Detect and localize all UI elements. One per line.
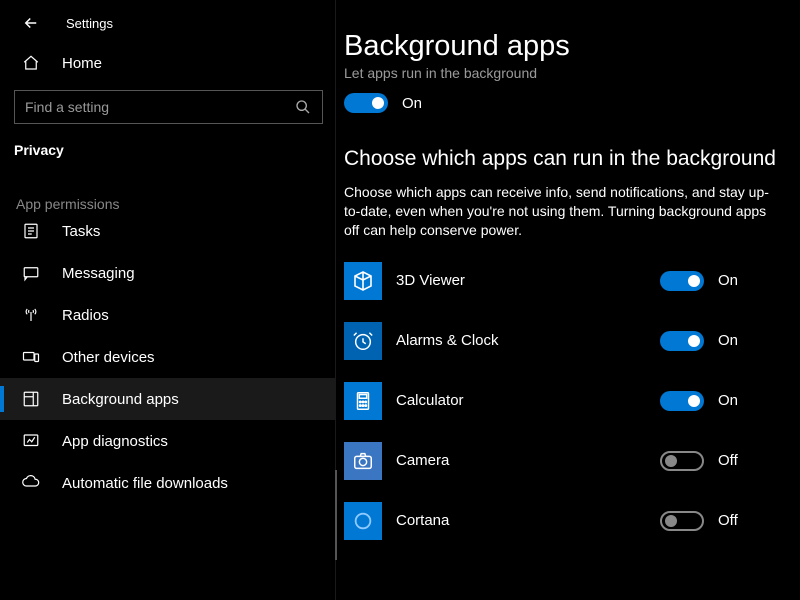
master-toggle-row: On <box>344 93 780 113</box>
camera-icon <box>344 442 382 480</box>
toggle-cortana[interactable] <box>660 511 704 531</box>
subheading-desc: Choose which apps can receive info, send… <box>344 183 780 240</box>
sidebar-item-automatic-file-downloads[interactable]: Automatic file downloads <box>0 462 335 504</box>
main-content: Background apps Let apps run in the back… <box>335 0 800 600</box>
3d-viewer-icon <box>344 262 382 300</box>
nav-label: Radios <box>62 307 109 324</box>
toggle-state: On <box>718 272 738 289</box>
app-row-calculator: Calculator On <box>344 382 780 420</box>
toggle-state: Off <box>718 512 738 529</box>
scrollbar-indicator[interactable] <box>335 470 337 560</box>
subheading: Choose which apps can run in the backgro… <box>344 147 780 171</box>
sidebar-item-other-devices[interactable]: Other devices <box>0 336 335 378</box>
app-name: Cortana <box>396 512 660 529</box>
sidebar-item-app-diagnostics[interactable]: App diagnostics <box>0 420 335 462</box>
nav-label: Messaging <box>62 265 135 282</box>
category-label: Privacy <box>0 124 335 166</box>
app-row-alarms-clock: Alarms & Clock On <box>344 322 780 360</box>
radios-icon <box>22 306 40 324</box>
sidebar: Settings Home Privacy App permissions Ta… <box>0 0 335 600</box>
toggle-calculator[interactable] <box>660 391 704 411</box>
background-apps-icon <box>22 390 40 408</box>
app-row-camera: Camera Off <box>344 442 780 480</box>
other-devices-icon <box>22 348 40 366</box>
calculator-icon <box>344 382 382 420</box>
window-title: Settings <box>66 16 113 31</box>
cortana-icon <box>344 502 382 540</box>
search-icon <box>294 98 312 116</box>
toggle-camera[interactable] <box>660 451 704 471</box>
app-row-3d-viewer: 3D Viewer On <box>344 262 780 300</box>
nav-label: Automatic file downloads <box>62 475 228 492</box>
page-title: Background apps <box>344 30 780 63</box>
master-toggle-state: On <box>402 95 422 112</box>
app-name: Camera <box>396 452 660 469</box>
titlebar: Settings <box>0 0 335 44</box>
app-list: 3D Viewer On Alarms & Clock On Calculato… <box>344 262 780 540</box>
master-toggle[interactable] <box>344 93 388 113</box>
alarms-clock-icon <box>344 322 382 360</box>
nav-label: App diagnostics <box>62 433 168 450</box>
search-input[interactable] <box>25 99 294 115</box>
home-icon <box>22 54 40 72</box>
toggle-3d-viewer[interactable] <box>660 271 704 291</box>
sidebar-item-background-apps[interactable]: Background apps <box>0 378 335 420</box>
app-name: 3D Viewer <box>396 272 660 289</box>
master-toggle-caption: Let apps run in the background <box>344 65 780 81</box>
home-nav[interactable]: Home <box>0 44 335 82</box>
app-name: Calculator <box>396 392 660 409</box>
nav-label: Background apps <box>62 391 179 408</box>
sidebar-item-tasks[interactable]: Tasks <box>0 218 335 252</box>
nav-label: Other devices <box>62 349 155 366</box>
back-arrow-icon[interactable] <box>22 14 40 32</box>
nav-label: Tasks <box>62 223 100 240</box>
app-diagnostics-icon <box>22 432 40 450</box>
sidebar-item-messaging[interactable]: Messaging <box>0 252 335 294</box>
nav-list: Tasks Messaging Radios Other devices Bac… <box>0 218 335 600</box>
sidebar-item-radios[interactable]: Radios <box>0 294 335 336</box>
toggle-state: On <box>718 332 738 349</box>
section-label: App permissions <box>0 166 335 218</box>
search-box[interactable] <box>14 90 323 124</box>
toggle-alarms-clock[interactable] <box>660 331 704 351</box>
app-name: Alarms & Clock <box>396 332 660 349</box>
search-container <box>0 90 335 124</box>
tasks-icon <box>22 222 40 240</box>
app-row-cortana: Cortana Off <box>344 502 780 540</box>
toggle-state: Off <box>718 452 738 469</box>
cloud-download-icon <box>22 474 40 492</box>
toggle-state: On <box>718 392 738 409</box>
messaging-icon <box>22 264 40 282</box>
home-label: Home <box>62 55 102 72</box>
